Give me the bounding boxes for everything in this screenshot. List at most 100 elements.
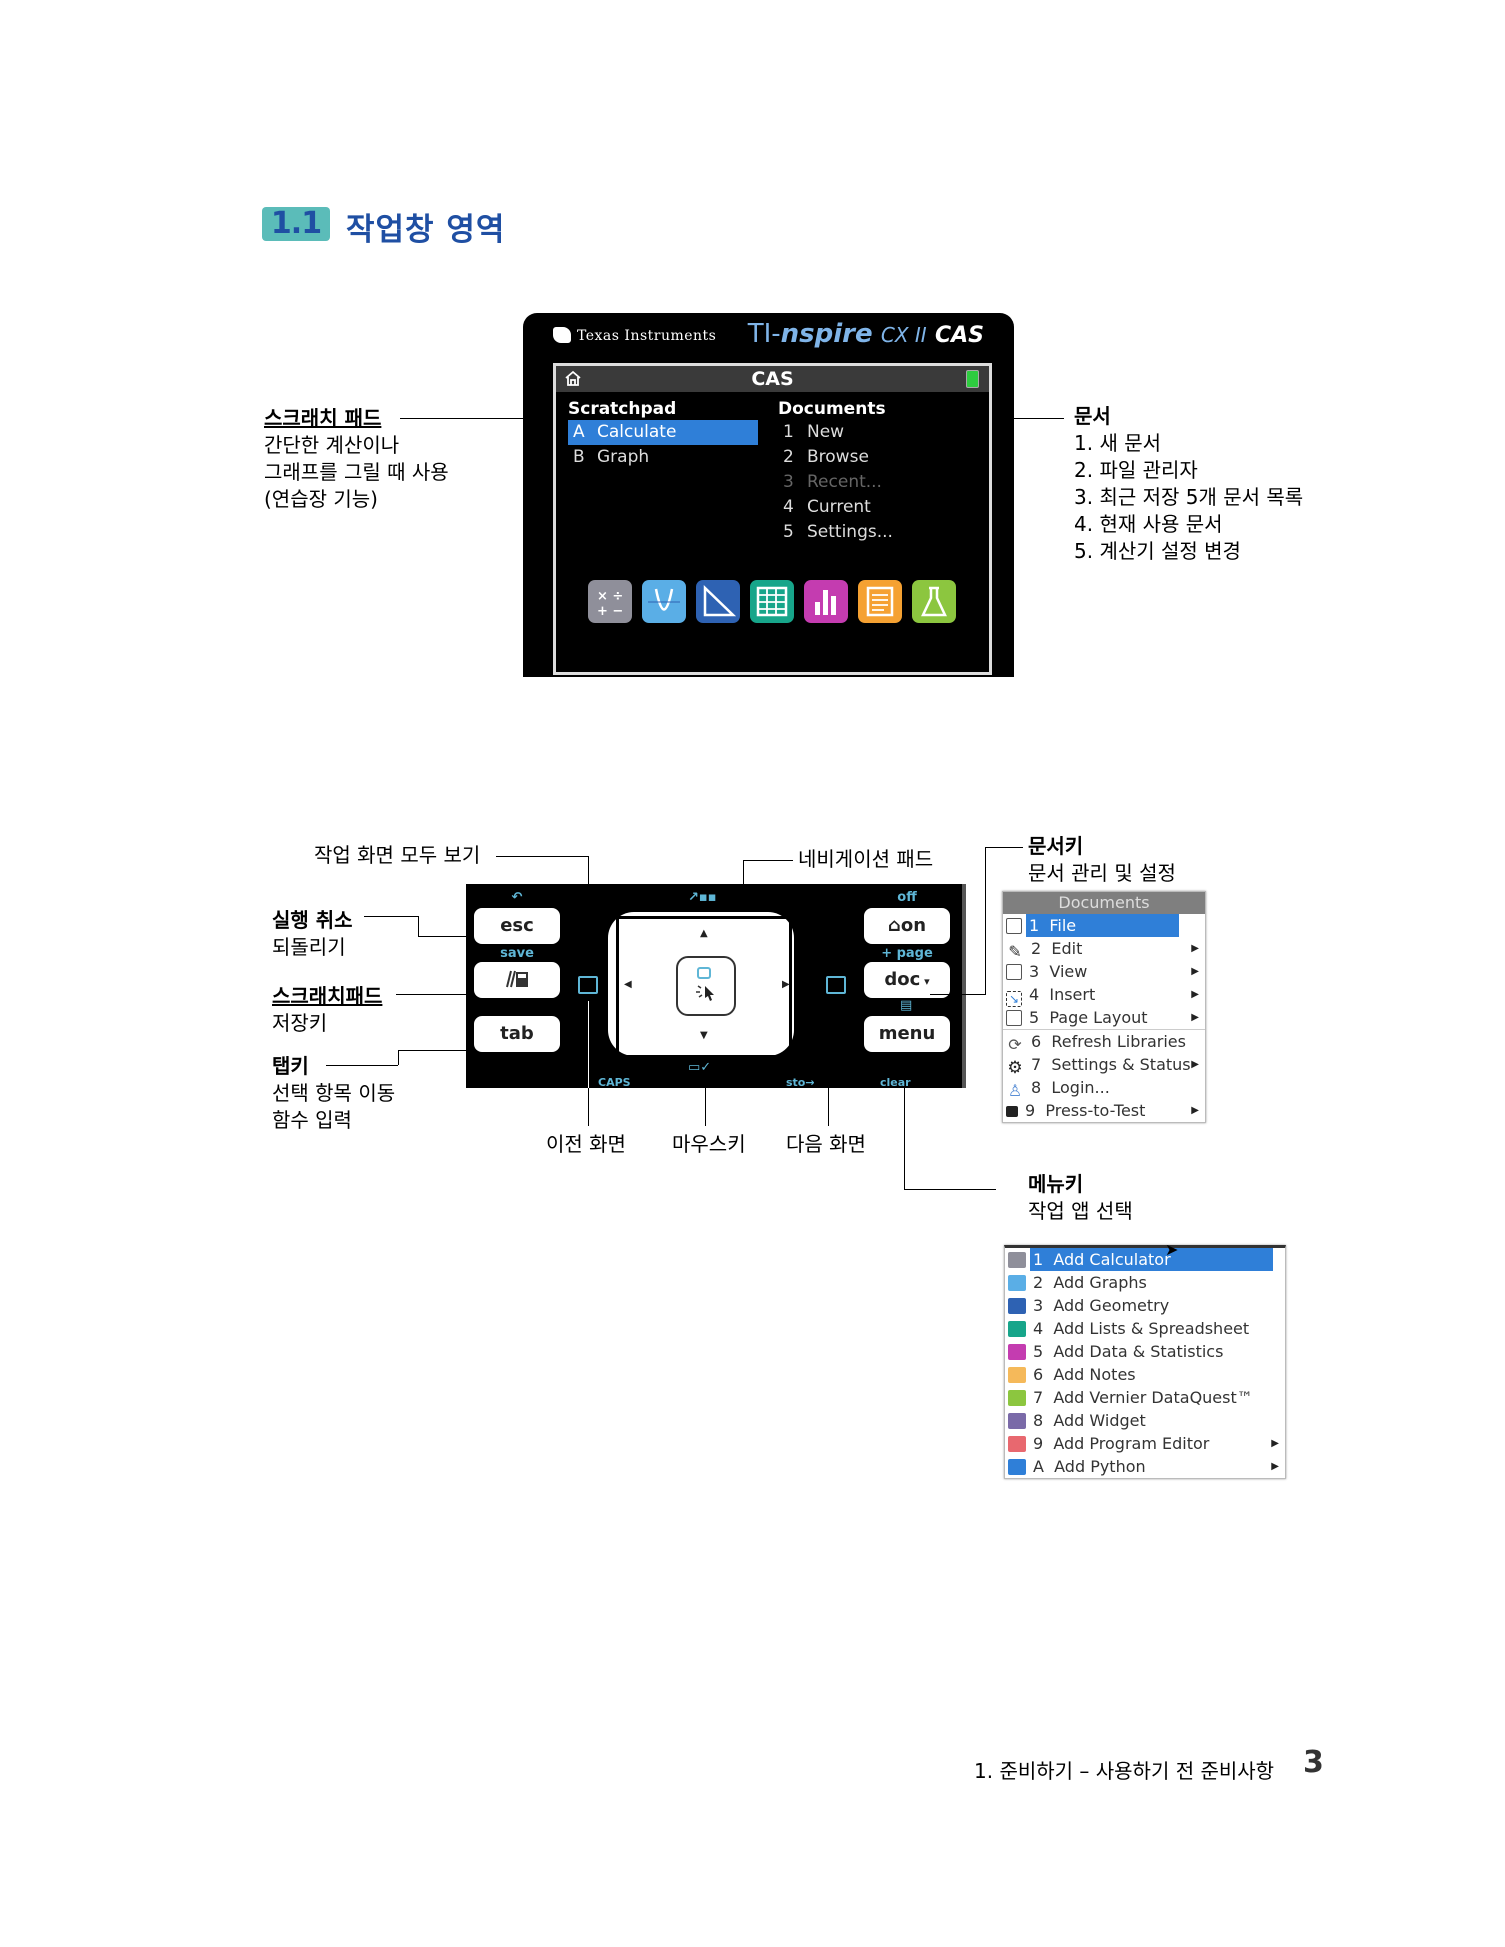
- widget-icon: [1008, 1413, 1026, 1429]
- geometry-icon: [1008, 1298, 1026, 1314]
- leader-line: [904, 1088, 905, 1190]
- documents-item-browse[interactable]: 2 Browse: [778, 445, 869, 470]
- add-menu-item[interactable]: 6 Add Notes: [1005, 1363, 1285, 1386]
- calculator-home-screen: Texas Instruments TI-nspire CX II CAS CA…: [523, 313, 1014, 677]
- documents-menu-item-insert[interactable]: ↘ 4 Insert ▶: [1003, 983, 1205, 1007]
- up-arrow-icon[interactable]: ▲: [700, 928, 708, 939]
- add-menu-item[interactable]: 8 Add Widget: [1005, 1409, 1285, 1432]
- documents-menu-item-page-layout[interactable]: 5 Page Layout ▶: [1003, 1006, 1205, 1029]
- esc-key[interactable]: esc: [474, 908, 560, 944]
- leader-line: [743, 860, 793, 861]
- documents-menu-item-file[interactable]: 1 File ▶: [1003, 914, 1205, 937]
- documents-menu-title: Documents: [1003, 892, 1205, 914]
- leader-line: [904, 1189, 996, 1190]
- add-menu-item[interactable]: 2 Add Graphs: [1005, 1271, 1285, 1294]
- vernier-dataquest-app-icon[interactable]: [912, 580, 956, 623]
- section-title: 작업창 영역: [346, 212, 506, 248]
- annotation-line: (연습장 기능): [264, 487, 378, 511]
- scratchpad-item-graph[interactable]: B Graph: [568, 445, 758, 470]
- documents-annotation-title: 문서: [1074, 404, 1111, 428]
- documents-menu-item-settings-status[interactable]: ⚙ 7 Settings & Status ▶: [1003, 1053, 1205, 1078]
- leader-line: [398, 1050, 472, 1051]
- leader-line: [396, 994, 472, 995]
- calculator-keypad: ↶ esc save tab ↗▪▪ ▲ ▼ ◀ ▶ ▭✓ off ⌂on + …: [466, 884, 966, 1089]
- leader-line: [705, 1088, 706, 1126]
- right-arrow-icon[interactable]: ▶: [782, 979, 790, 990]
- geometry-app-icon[interactable]: [696, 580, 740, 623]
- add-menu-item[interactable]: A Add Python ▶: [1005, 1455, 1285, 1478]
- scratchpad-key[interactable]: [474, 962, 560, 998]
- left-arrow-icon[interactable]: ◀: [624, 979, 632, 990]
- mouse-pointer-icon: [696, 967, 714, 1001]
- graphs-app-icon[interactable]: [642, 580, 686, 623]
- documents-menu-item-press-to-test[interactable]: 9 Press-to-Test ▶: [1003, 1099, 1205, 1122]
- documents-annotation: 문서 1. 새 문서 2. 파일 관리자 3. 최근 저장 5개 문서 목록 4…: [1074, 404, 1304, 563]
- clear-sublabel: clear: [880, 1076, 911, 1089]
- leader-line: [588, 1088, 589, 1126]
- scratchpad-key-annotation: 스크래치패드 저장키: [272, 984, 383, 1035]
- documents-heading: Documents: [778, 399, 886, 419]
- next-page-annotation: 다음 화면: [786, 1132, 866, 1156]
- add-menu-item[interactable]: 7 Add Vernier DataQuest™: [1005, 1386, 1285, 1409]
- calculator-screen: CAS Scratchpad A Calculate B Graph Documen…: [553, 363, 992, 675]
- add-menu-item[interactable]: 9 Add Program Editor ▶: [1005, 1432, 1285, 1455]
- leader-line: [400, 418, 528, 419]
- documents-menu: Documents 1 File ▶ ✎ 2 Edit ▶ 3 View ▶ ↘ 4 In…: [1002, 891, 1206, 1123]
- view-icon: [1006, 964, 1022, 980]
- add-menu-item[interactable]: 1 Add Calculator: [1005, 1248, 1285, 1271]
- click-key[interactable]: [676, 956, 736, 1016]
- on-key[interactable]: ⌂on: [864, 908, 950, 944]
- data-statistics-app-icon[interactable]: [804, 580, 848, 623]
- caret-down-icon: ▾: [920, 975, 930, 988]
- documents-menu-item-view[interactable]: 3 View ▶: [1003, 960, 1205, 983]
- documents-item-current[interactable]: 4 Current: [778, 495, 871, 520]
- page-number: 3: [1303, 1745, 1324, 1780]
- annotation-line: 간단한 계산이나: [264, 433, 400, 457]
- submenu-arrow-icon: ▶: [1271, 1461, 1279, 1472]
- gear-icon: ⚙: [1007, 1058, 1023, 1078]
- python-icon: [1008, 1459, 1026, 1475]
- home-icon[interactable]: [564, 370, 582, 387]
- menu-key[interactable]: menu: [864, 1016, 950, 1052]
- leader-line: [985, 847, 986, 995]
- spreadsheet-icon: [1008, 1321, 1026, 1337]
- statistics-icon: [1008, 1344, 1026, 1360]
- scratchpad-item-calculate[interactable]: A Calculate: [568, 420, 758, 445]
- caps-sublabel: CAPS: [598, 1076, 631, 1089]
- scratchpad-annotation: 스크래치 패드 간단한 계산이나 그래프를 그릴 때 사용 (연습장 기능): [264, 405, 449, 513]
- down-arrow-icon[interactable]: ▼: [700, 1030, 708, 1041]
- leader-line: [364, 916, 418, 917]
- leader-line: [930, 994, 986, 995]
- scratchpad-key-icon: [506, 970, 528, 988]
- leader-line: [588, 856, 589, 884]
- documents-item-new[interactable]: 1 New: [778, 420, 844, 445]
- lists-spreadsheet-app-icon[interactable]: [750, 580, 794, 623]
- documents-menu-item-login[interactable]: ♙ 8 Login...: [1003, 1076, 1205, 1100]
- add-menu-item[interactable]: 5 Add Data & Statistics: [1005, 1340, 1285, 1363]
- save-sublabel: save: [500, 946, 534, 961]
- mouse-cursor-icon: ➤: [1165, 1240, 1179, 1259]
- next-page-icon: [826, 976, 846, 994]
- leader-line: [496, 856, 588, 857]
- documents-item-settings[interactable]: 5 Settings...: [778, 520, 893, 545]
- submenu-arrow-icon: ▶: [1191, 920, 1199, 931]
- notes-app-icon[interactable]: [858, 580, 902, 623]
- undo-annotation: 실행 취소 되돌리기: [272, 908, 353, 959]
- refresh-icon: ⟳: [1008, 1035, 1022, 1054]
- doc-key[interactable]: doc ▾: [864, 962, 950, 998]
- pencil-icon: ✎: [1008, 942, 1022, 961]
- documents-menu-item-edit[interactable]: ✎ 2 Edit ▶: [1003, 937, 1205, 961]
- leader-line: [985, 847, 1023, 848]
- submenu-arrow-icon: ▶: [1191, 966, 1199, 977]
- add-menu-item[interactable]: 4 Add Lists & Spreadsheet: [1005, 1317, 1285, 1340]
- scratchpad-annotation-title: 스크래치 패드: [264, 406, 382, 430]
- menu-key-annotation: 메뉴키 작업 앱 선택: [1028, 1172, 1133, 1223]
- documents-item-recent[interactable]: 3 Recent...: [778, 470, 882, 495]
- tab-key[interactable]: tab: [474, 1016, 560, 1052]
- add-menu-item[interactable]: 3 Add Geometry: [1005, 1294, 1285, 1317]
- undo-sublabel: ↶: [511, 890, 523, 905]
- svg-text:× ÷: × ÷: [597, 589, 623, 604]
- calculator-app-icon[interactable]: × ÷ + −: [588, 580, 632, 623]
- documents-menu-item-refresh-libraries[interactable]: ⟳ 6 Refresh Libraries: [1003, 1030, 1205, 1054]
- page-footer-text: 1. 준비하기 – 사용하기 전 준비사항: [974, 1759, 1275, 1783]
